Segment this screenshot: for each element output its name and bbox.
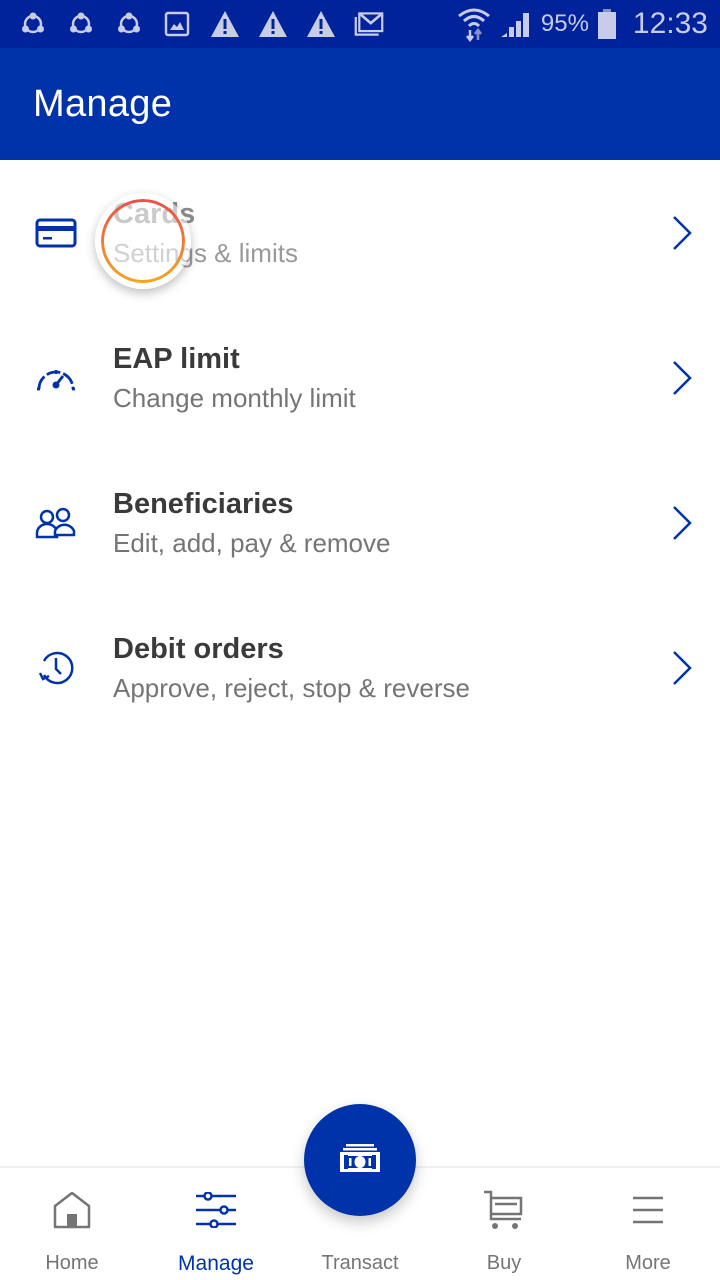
battery-percentage: 95% <box>540 10 589 37</box>
transact-fab-button[interactable] <box>304 1104 416 1216</box>
menu-icon <box>626 1188 670 1232</box>
shareit-icon <box>66 9 96 39</box>
app-bar: Manage <box>0 48 720 160</box>
manage-menu-list: Cards Settings & limits EAP limit Change… <box>0 160 720 740</box>
people-icon <box>34 501 78 545</box>
warning-icon <box>210 9 240 39</box>
page-title: Manage <box>33 82 173 125</box>
image-icon <box>162 9 192 39</box>
nav-item-buy[interactable]: Buy <box>432 1168 576 1280</box>
cart-icon <box>482 1188 526 1232</box>
menu-item-title: Cards <box>113 197 196 230</box>
chevron-right-icon <box>673 215 692 250</box>
nav-label: More <box>625 1252 671 1274</box>
shareit-icon <box>18 9 48 39</box>
chevron-right-icon <box>673 650 692 685</box>
credit-card-icon <box>34 211 78 255</box>
nav-label: Transact <box>321 1252 399 1274</box>
chevron-right-icon <box>673 505 692 540</box>
signal-icon <box>499 9 533 39</box>
nav-label: Home <box>45 1252 99 1274</box>
menu-item-subtitle: Settings & limits <box>113 237 298 268</box>
notification-icons <box>18 9 384 39</box>
status-bar: 95% 12:33 <box>0 0 720 48</box>
clock: 12:33 <box>632 7 708 40</box>
menu-item-debit-orders[interactable]: Debit orders Approve, reject, stop & rev… <box>0 595 720 740</box>
history-clock-icon <box>34 646 78 690</box>
menu-item-eap-limit[interactable]: EAP limit Change monthly limit <box>0 305 720 450</box>
menu-item-beneficiaries[interactable]: Beneficiaries Edit, add, pay & remove <box>0 450 720 595</box>
nav-label: Buy <box>486 1252 522 1274</box>
speedometer-icon <box>34 356 78 400</box>
warning-icon <box>258 9 288 39</box>
nav-item-more[interactable]: More <box>576 1168 720 1280</box>
nav-label: Manage <box>178 1252 254 1275</box>
cash-icon <box>339 1143 381 1178</box>
menu-item-subtitle: Approve, reject, stop & reverse <box>113 672 470 703</box>
menu-item-subtitle: Change monthly limit <box>113 382 356 413</box>
gmail-icon <box>354 9 384 39</box>
shareit-icon <box>114 9 144 39</box>
warning-icon <box>306 9 336 39</box>
chevron-right-icon <box>673 360 692 395</box>
menu-item-title: Debit orders <box>113 632 284 665</box>
menu-item-title: Beneficiaries <box>113 487 294 520</box>
menu-item-cards[interactable]: Cards Settings & limits <box>0 160 720 305</box>
nav-item-manage[interactable]: Manage <box>144 1168 288 1280</box>
home-icon <box>50 1188 94 1232</box>
menu-item-title: EAP limit <box>113 342 240 375</box>
menu-item-subtitle: Edit, add, pay & remove <box>113 527 391 558</box>
nav-item-home[interactable]: Home <box>0 1168 144 1280</box>
sliders-icon <box>194 1188 238 1232</box>
wifi-data-icon <box>457 6 491 42</box>
battery-icon <box>597 8 617 40</box>
